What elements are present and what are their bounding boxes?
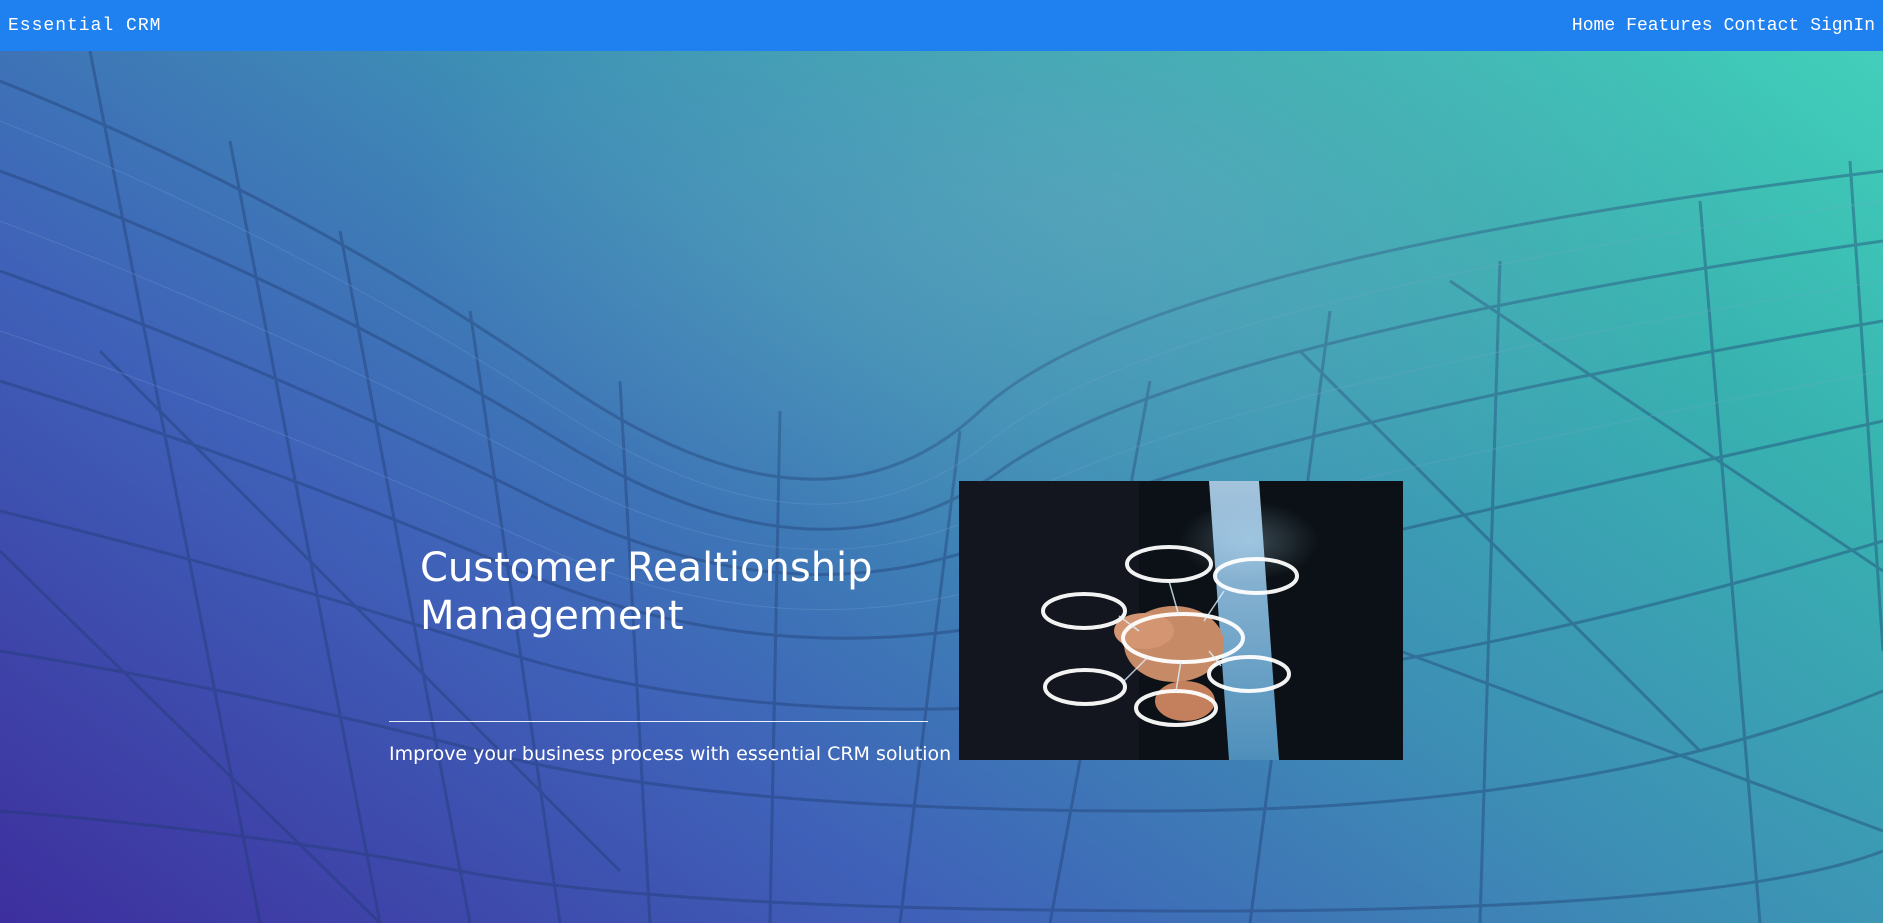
navbar: Essential CRM Home Features Contact Sign… <box>0 0 1883 51</box>
nav-link-features[interactable]: Features <box>1626 16 1712 36</box>
nav-link-contact[interactable]: Contact <box>1724 16 1800 36</box>
hero-subtitle: Improve your business process with essen… <box>389 743 952 765</box>
title-divider <box>389 721 928 722</box>
hero-title: Customer Realtionship Management <box>420 545 873 639</box>
hero-section: Customer Realtionship Management Improve… <box>0 51 1883 923</box>
nav-link-signin[interactable]: SignIn <box>1810 16 1875 36</box>
nav-link-home[interactable]: Home <box>1572 16 1615 36</box>
brand-logo[interactable]: Essential CRM <box>8 16 161 36</box>
hand-touching-network-image <box>959 481 1403 760</box>
nav-links: Home Features Contact SignIn <box>1572 16 1875 36</box>
